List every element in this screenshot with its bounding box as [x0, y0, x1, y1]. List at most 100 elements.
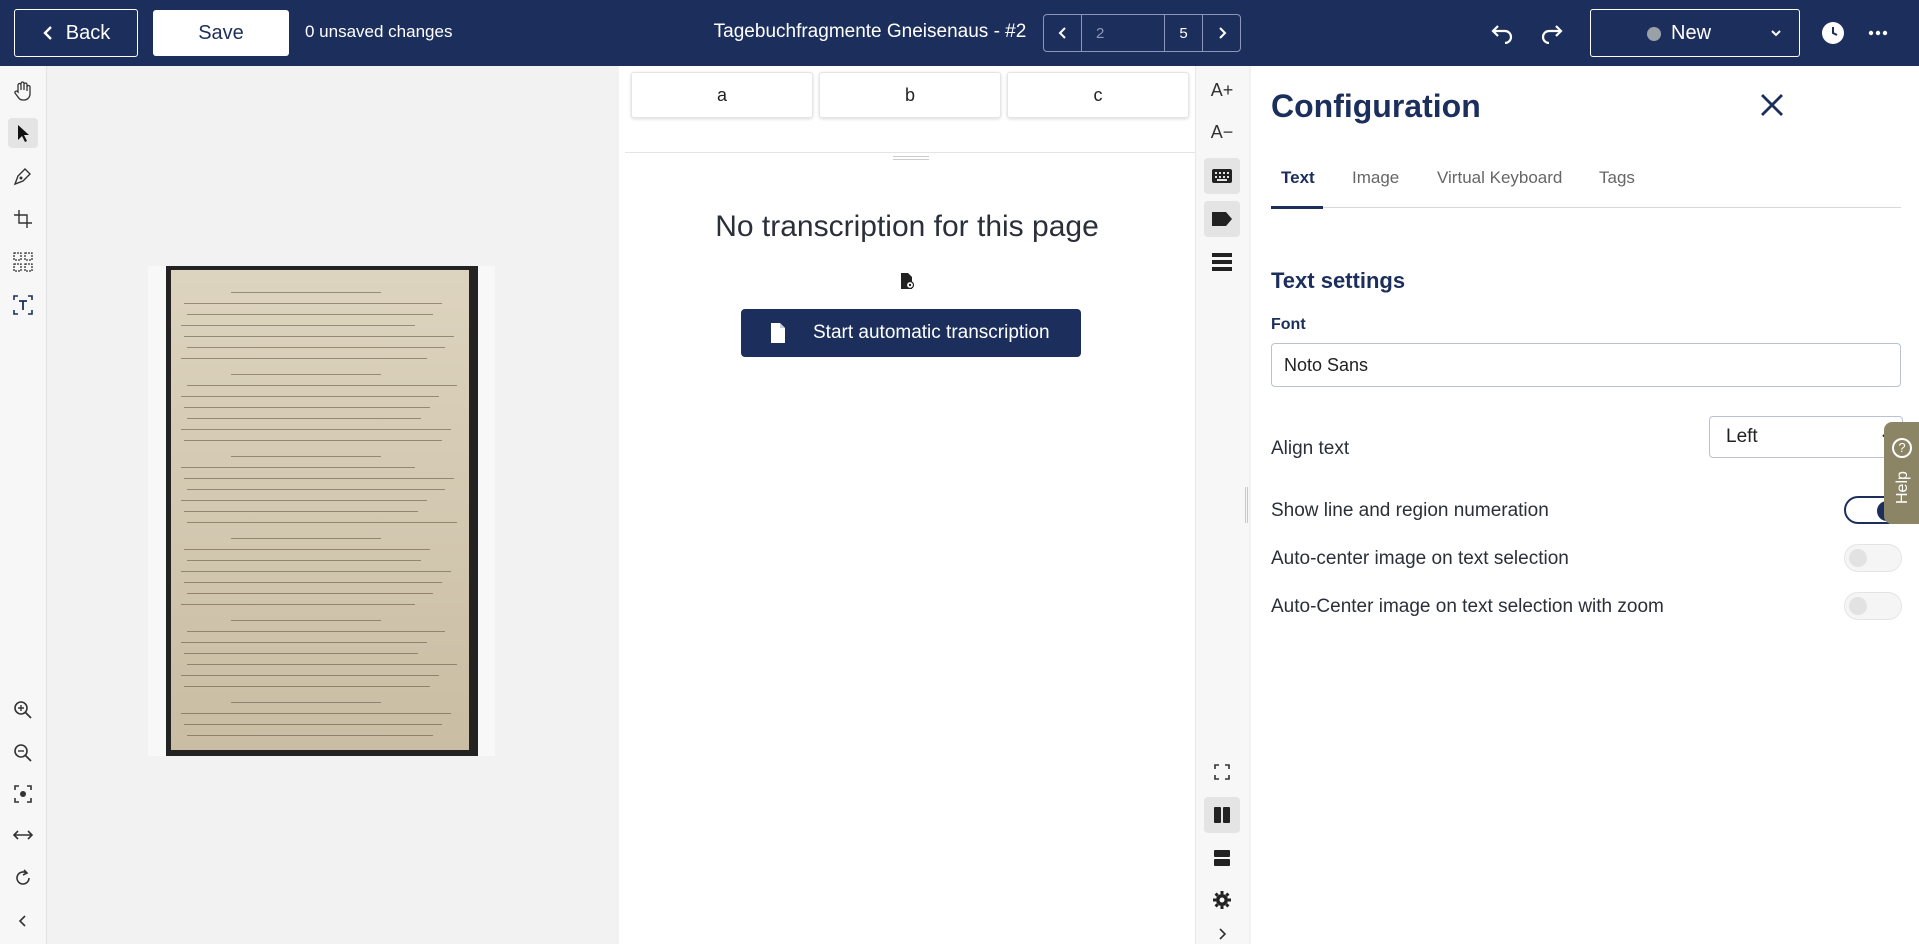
history-button[interactable]: [1821, 21, 1845, 50]
layer-tabs: a b c: [631, 72, 1189, 118]
tab-virtual-keyboard[interactable]: Virtual Keyboard: [1437, 168, 1562, 188]
document-view-icon: [899, 272, 915, 295]
horizontal-arrows-icon: [12, 830, 34, 840]
collapse-left-button[interactable]: [8, 906, 38, 936]
layer-tab-c[interactable]: c: [1007, 72, 1189, 118]
handwriting-line: [231, 620, 381, 621]
decrease-font-button[interactable]: A−: [1204, 114, 1240, 150]
close-configuration-button[interactable]: [1759, 92, 1785, 123]
handwriting-line: [187, 664, 457, 665]
font-label: Font: [1271, 316, 1306, 333]
keyboard-icon: [1212, 169, 1232, 183]
rotate-icon: [16, 869, 30, 885]
redo-button[interactable]: [1538, 20, 1564, 49]
toggle-knob: [1849, 597, 1867, 615]
drag-handle[interactable]: [893, 156, 929, 160]
zoom-out-button[interactable]: [8, 738, 38, 768]
tab-tags[interactable]: Tags: [1599, 168, 1635, 188]
handwriting-line: [187, 314, 433, 315]
layer-tab-b[interactable]: b: [819, 72, 1001, 118]
align-text-select[interactable]: Left: [1709, 416, 1903, 458]
region-tool-button[interactable]: [8, 247, 38, 277]
panel-resize-handle[interactable]: [1245, 487, 1248, 523]
draw-tool-button[interactable]: [8, 161, 38, 191]
start-automatic-transcription-button[interactable]: Start automatic transcription: [741, 309, 1081, 357]
handwriting-line: [184, 303, 442, 304]
split-horizontal-button[interactable]: [1204, 840, 1240, 876]
back-button-label: Back: [65, 21, 111, 44]
chevron-right-icon: [1219, 928, 1227, 940]
tab-text[interactable]: Text: [1281, 168, 1315, 188]
font-input[interactable]: Noto Sans: [1271, 343, 1901, 387]
page-navigator: 2 5: [1043, 14, 1241, 52]
rows-icon: [1214, 850, 1230, 866]
document-page-image[interactable]: [148, 266, 495, 756]
handwriting-line: [184, 336, 454, 337]
handwriting-line: [184, 686, 430, 687]
handwriting-line: [187, 347, 445, 348]
help-tab[interactable]: ? Help: [1884, 422, 1919, 524]
layer-tab-a[interactable]: a: [631, 72, 813, 118]
text-region-tool-button[interactable]: [8, 290, 38, 320]
select-tool-button[interactable]: [8, 118, 38, 148]
split-vertical-button[interactable]: [1204, 797, 1240, 833]
handwriting-line: [184, 549, 430, 550]
image-viewer[interactable]: [48, 66, 618, 944]
document-title: Tagebuchfragmente Gneisenaus - #2: [713, 21, 1027, 42]
fit-width-button[interactable]: [8, 820, 38, 850]
divider: [625, 152, 1195, 153]
back-button[interactable]: Back: [14, 9, 138, 57]
columns-icon: [1214, 807, 1230, 823]
handwriting-line: [181, 467, 415, 468]
line-tool-button[interactable]: [8, 204, 38, 234]
fit-center-button[interactable]: [8, 779, 38, 809]
handwriting-line: [187, 489, 445, 490]
handwriting-line: [184, 582, 442, 583]
handwriting-line: [187, 418, 421, 419]
configuration-title: Configuration: [1271, 88, 1481, 124]
chevron-left-icon: [1058, 27, 1066, 39]
fullscreen-icon: [1214, 764, 1230, 780]
auto-center-toggle[interactable]: [1844, 544, 1902, 572]
page-number-input[interactable]: 2: [1081, 15, 1165, 51]
zoom-in-button[interactable]: [8, 695, 38, 725]
handwriting-line: [187, 735, 433, 736]
increase-font-button[interactable]: A+: [1204, 72, 1240, 108]
help-label: Help: [1894, 471, 1911, 504]
toggle-knob: [1849, 549, 1867, 567]
undo-button[interactable]: [1490, 20, 1516, 49]
previous-page-button[interactable]: [1044, 15, 1081, 51]
scan-background: [166, 266, 478, 756]
handwriting-line: [184, 653, 418, 654]
handwriting-line: [184, 440, 442, 441]
virtual-keyboard-button[interactable]: [1204, 158, 1240, 194]
tab-image[interactable]: Image: [1352, 168, 1399, 188]
settings-button[interactable]: [1204, 882, 1240, 918]
next-page-button[interactable]: [1203, 15, 1240, 51]
handwriting-line: [181, 642, 427, 643]
rotate-button[interactable]: [8, 863, 38, 893]
list-view-button[interactable]: [1204, 244, 1240, 280]
toggle-label-line-numeration: Show line and region numeration: [1271, 500, 1549, 521]
clock-icon: [1822, 22, 1844, 44]
more-options-button[interactable]: [1868, 23, 1888, 48]
handwriting-line: [181, 358, 427, 359]
manuscript-page: [171, 270, 469, 750]
handwriting-line: [231, 374, 381, 375]
gear-icon: [1213, 891, 1231, 909]
chevron-left-icon: [18, 915, 26, 927]
handwriting-line: [184, 407, 430, 408]
collapse-right-button[interactable]: [1204, 916, 1240, 944]
redo-icon: [1541, 25, 1563, 45]
pan-tool-button[interactable]: [8, 76, 38, 106]
more-horizontal-icon: [1868, 30, 1888, 36]
empty-transcription-message: No transcription for this page: [715, 210, 1099, 243]
fullscreen-button[interactable]: [1204, 754, 1240, 790]
save-button[interactable]: Save: [153, 10, 289, 56]
auto-center-zoom-toggle[interactable]: [1844, 592, 1902, 620]
status-select[interactable]: New: [1590, 9, 1800, 57]
handwriting-line: [181, 325, 415, 326]
center-focus-icon: [14, 785, 32, 803]
tags-button[interactable]: [1204, 201, 1240, 237]
align-text-value: Left: [1726, 426, 1758, 447]
